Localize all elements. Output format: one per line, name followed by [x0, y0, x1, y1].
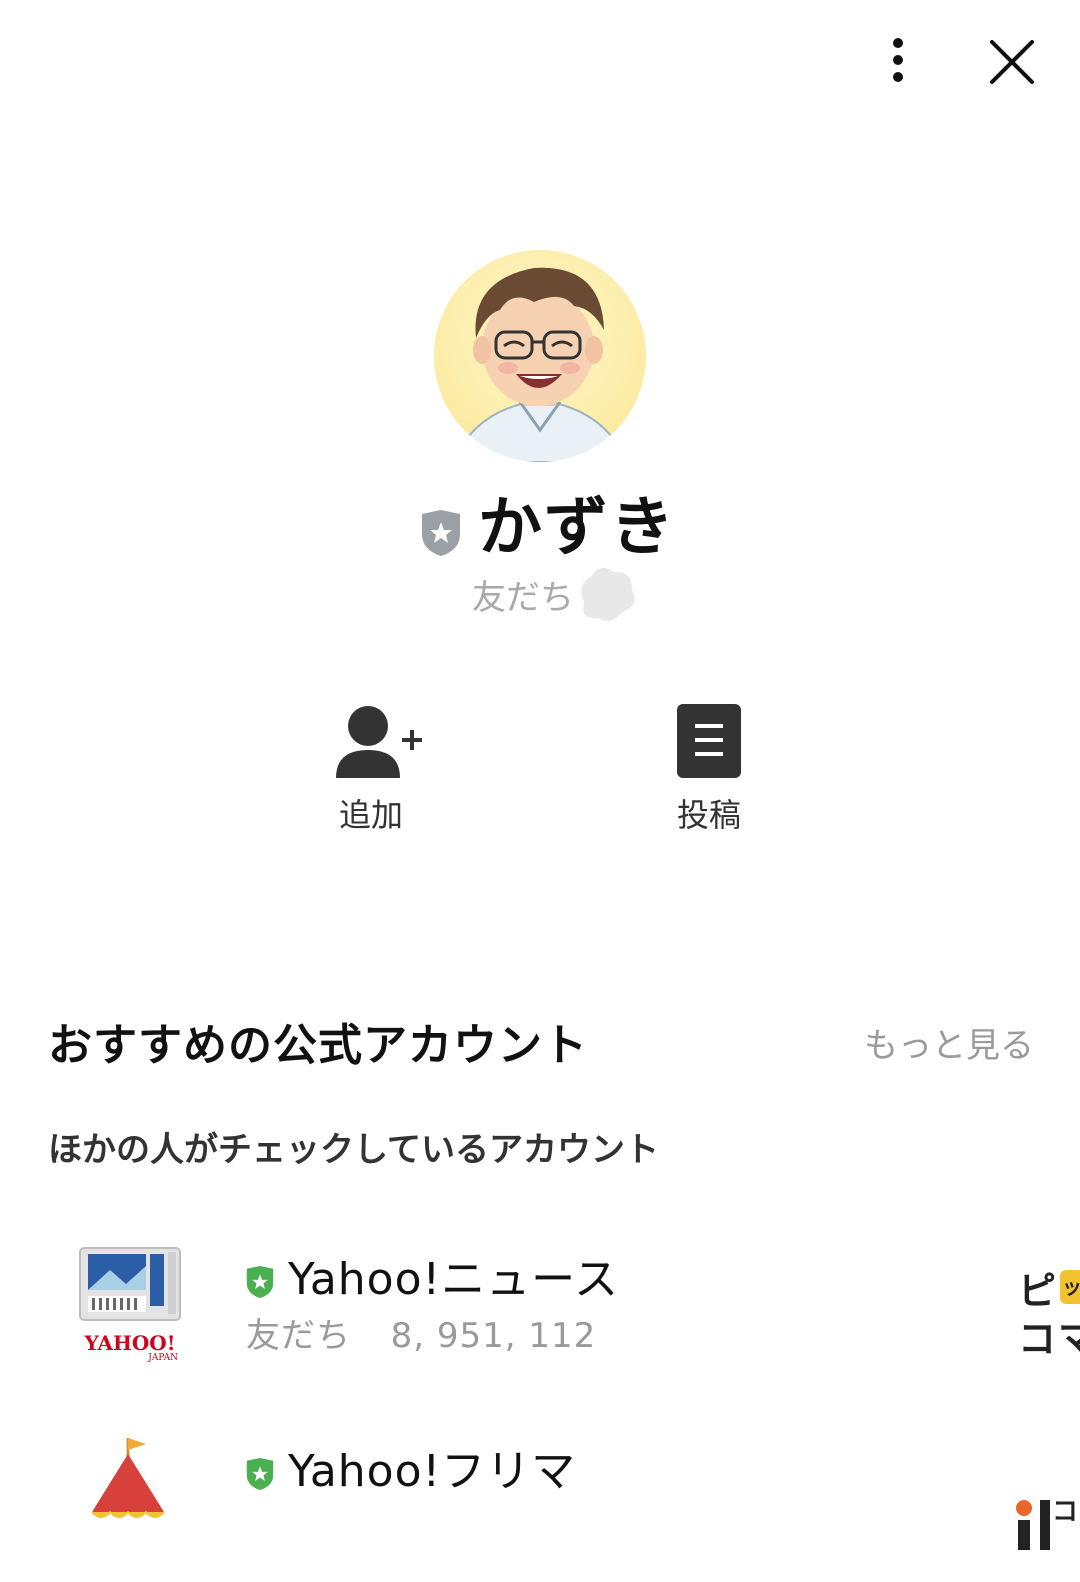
friend-count-label: 友だち	[246, 1316, 351, 1356]
yahoo-flea-market-logo	[74, 1432, 186, 1562]
add-friend-button[interactable]: 追加	[286, 700, 456, 840]
account-name: Yahoo!フリマ	[288, 1446, 577, 1497]
svg-text:ッ: ッ	[1062, 1275, 1080, 1299]
redacted-smudge	[570, 562, 640, 628]
post-document-icon	[677, 704, 741, 778]
post-label: 投稿	[676, 796, 741, 834]
recommended-section-title: おすすめの公式アカウント	[48, 1020, 588, 1071]
account-friend-count: 友だち 8, 951, 112	[246, 1314, 596, 1358]
account-item-yahoo-flea-market[interactable]: Yahoo!フリマ コ	[0, 1432, 1080, 1582]
friend-status-label: 友だち	[472, 578, 574, 618]
yahoo-logo-subtext: JAPAN	[148, 1353, 178, 1363]
see-more-link[interactable]: もっと見る	[864, 1024, 1034, 1068]
grey-shield-star-icon	[418, 508, 464, 558]
next-account-thumbnail[interactable]: コ	[1012, 1454, 1080, 1550]
account-name: Yahoo!ニュース	[288, 1254, 619, 1305]
add-friend-icon	[336, 706, 422, 778]
svg-text:コ: コ	[1052, 1497, 1078, 1527]
green-shield-star-icon	[244, 1456, 276, 1492]
account-item-yahoo-news[interactable]: YAHOO! JAPAN Yahoo!ニュース 友だち 8, 951, 112 …	[0, 1240, 1080, 1390]
next-account-thumbnail[interactable]: ピ ッ コ マ	[1012, 1262, 1080, 1358]
post-button[interactable]: 投稿	[624, 700, 794, 840]
top-bar	[0, 0, 1080, 120]
yahoo-logo-text: YAHOO!	[84, 1331, 176, 1355]
green-shield-star-icon	[244, 1264, 276, 1300]
profile-avatar[interactable]	[434, 250, 646, 462]
svg-text:マ: マ	[1058, 1317, 1080, 1358]
vertical-dots-icon[interactable]	[872, 30, 924, 90]
svg-text:コ: コ	[1018, 1317, 1056, 1358]
close-icon[interactable]	[980, 30, 1042, 92]
recommended-subtitle: ほかの人がチェックしているアカウント	[48, 1130, 659, 1170]
yahoo-news-logo: YAHOO! JAPAN	[74, 1240, 186, 1370]
svg-text:ピ: ピ	[1018, 1269, 1056, 1313]
add-friend-label: 追加	[338, 796, 403, 834]
friend-count-value: 8, 951, 112	[390, 1316, 597, 1356]
profile-name: かずき	[478, 491, 676, 565]
